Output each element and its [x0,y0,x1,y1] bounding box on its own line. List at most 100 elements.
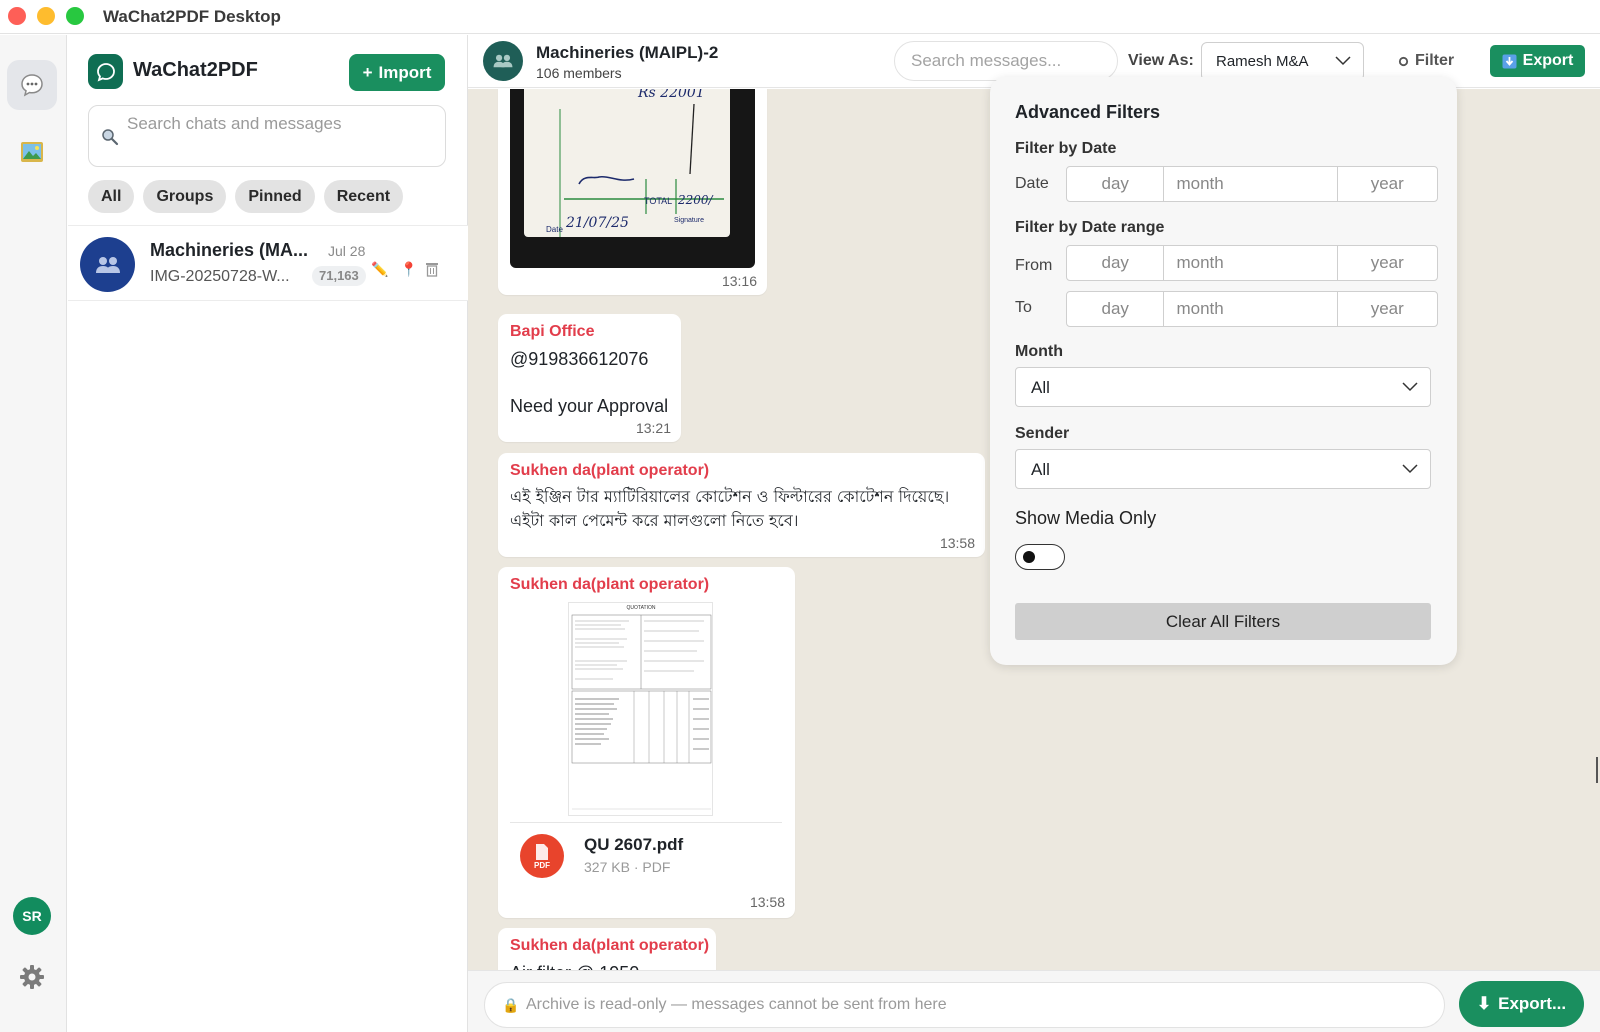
export-label: Export [1522,52,1574,69]
readonly-composer: 🔒 Archive is read-only — messages cannot… [484,982,1445,1028]
logo-chat-icon [96,62,115,82]
message-time: 13:58 [939,535,975,551]
chip-all[interactable]: All [88,180,135,213]
chat-preview: IMG-20250728-W... [150,268,290,285]
date-day-field[interactable]: day [1067,167,1165,201]
chat-bubble-icon [21,74,43,97]
to-year-field[interactable]: year [1338,292,1437,326]
divider [510,822,782,823]
export-chat-button[interactable]: ⬇ Export... [1459,981,1584,1027]
chevron-down-icon [1335,56,1351,66]
to-day-field[interactable]: day [1067,292,1165,326]
media-only-toggle[interactable] [1015,544,1065,570]
from-month-field[interactable]: month [1164,246,1338,280]
message-time: 13:58 [749,894,785,910]
text-message[interactable]: Sukhen da(plant operator) Air filter @ 1… [498,928,716,970]
minimize-window-button[interactable] [37,7,55,25]
plus-icon: + [362,62,373,82]
image-message[interactable]: Rs 22001 TOTAL 2200/ Date 21/07/25 Signa… [498,89,767,295]
chip-groups[interactable]: Groups [143,180,227,213]
filter-label: Filter [1415,52,1455,69]
media-only-label: Show Media Only [1015,508,1157,528]
month-select[interactable]: All [1015,367,1431,407]
export-button[interactable]: Export [1490,45,1585,77]
scrollbar-thumb[interactable] [1596,757,1598,783]
gear-icon [1398,56,1409,66]
download-arrow-icon: ⬇ [1476,994,1492,1013]
to-month-field[interactable]: month [1164,292,1338,326]
pdf-file-icon[interactable]: PDF [520,834,564,878]
chat-search [88,105,446,167]
import-label: Import [378,62,432,82]
filter-button[interactable]: Filter [1388,45,1464,77]
import-button[interactable]: + Import [349,54,445,91]
file-meta: 327 KB · PDF [584,859,671,875]
edit-pencil-icon[interactable]: ✏️ [371,261,388,278]
group-avatar [483,41,523,81]
message-search-input[interactable] [895,42,1117,80]
svg-text:Rs 22001: Rs 22001 [637,89,705,101]
from-date-input[interactable]: day month year [1066,245,1438,281]
chat-list-sidebar: WaChat2PDF + Import All Groups Pinned Re… [68,35,468,1032]
file-name[interactable]: QU 2607.pdf [584,835,683,855]
download-icon [1502,54,1517,68]
svg-text:QUOTATION: QUOTATION [627,605,656,611]
chats-nav-button[interactable] [7,60,57,110]
from-day-field[interactable]: day [1067,246,1165,280]
message-line: @919836612076 [510,349,649,369]
gear-icon[interactable] [19,964,45,990]
group-icon [95,256,120,273]
pdf-badge: PDF [534,860,550,870]
composer-bar: 🔒 Archive is read-only — messages cannot… [468,970,1600,1032]
sender-label: Sender [1015,425,1070,442]
nav-rail: SR [0,35,67,1032]
chat-filter-chips: All Groups Pinned Recent [88,180,404,213]
maximize-window-button[interactable] [66,7,84,25]
chat-title: Machineries (MAIPL)-2 [536,43,719,62]
svg-text:Date: Date [546,225,563,234]
sender-value: All [1031,460,1050,479]
text-message[interactable]: Bapi Office @919836612076 Need your Appr… [498,314,681,442]
chip-pinned[interactable]: Pinned [235,180,315,213]
filter-by-range-label: Filter by Date range [1015,219,1165,236]
pin-icon[interactable]: 📍 [400,261,417,278]
text-message[interactable]: Sukhen da(plant operator) এই ইঞ্জিন টার … [498,453,985,557]
toggle-knob [1023,551,1035,563]
close-window-button[interactable] [8,7,26,25]
date-input[interactable]: day month year [1066,166,1438,202]
chip-recent[interactable]: Recent [323,180,404,213]
trash-icon[interactable] [425,261,439,280]
to-date-input[interactable]: day month year [1066,291,1438,327]
month-value: All [1031,378,1050,397]
chevron-down-icon [1402,464,1418,474]
title-bar: WaChat2PDF Desktop [0,0,1600,34]
date-year-field[interactable]: year [1338,167,1437,201]
view-as-select[interactable]: Ramesh M&A [1201,42,1364,81]
chat-search-input[interactable] [127,114,427,134]
sender-select[interactable]: All [1015,449,1431,489]
svg-text:Signature: Signature [674,217,704,224]
document-message[interactable]: Sukhen da(plant operator) QUOTATION PDF … [498,567,795,918]
group-avatar [80,237,135,292]
svg-text:21/07/25: 21/07/25 [565,215,629,231]
pdf-preview-thumbnail[interactable]: QUOTATION [568,602,713,816]
chevron-down-icon [1402,382,1418,392]
from-label: From [1015,257,1053,274]
document-icon [536,843,548,860]
clear-filters-button[interactable]: Clear All Filters [1015,603,1431,640]
chat-date: Jul 28 [328,243,366,259]
message-sender: Sukhen da(plant operator) [510,937,710,954]
message-sender: Bapi Office [510,323,595,340]
message-sender: Sukhen da(plant operator) [510,462,710,479]
from-year-field[interactable]: year [1338,246,1437,280]
date-month-field[interactable]: month [1164,167,1338,201]
message-line: Air filter @ 1950 [510,961,639,970]
month-label: Month [1015,343,1063,360]
gallery-icon[interactable] [20,140,44,164]
export-chat-label: Export... [1498,994,1567,1013]
chat-list-item[interactable]: Machineries (MA... Jul 28 IMG-20250728-W… [68,225,468,301]
message-line: এইটা কাল পেমেন্ট করে মালগুলো নিতে হবে। [510,511,799,530]
message-line: এই ইঞ্জিন টার ম্যাটিরিয়ালের কোটেশন ও ফি… [510,487,950,506]
readonly-notice: Archive is read-only — messages cannot b… [526,996,947,1013]
user-avatar[interactable]: SR [13,897,51,935]
